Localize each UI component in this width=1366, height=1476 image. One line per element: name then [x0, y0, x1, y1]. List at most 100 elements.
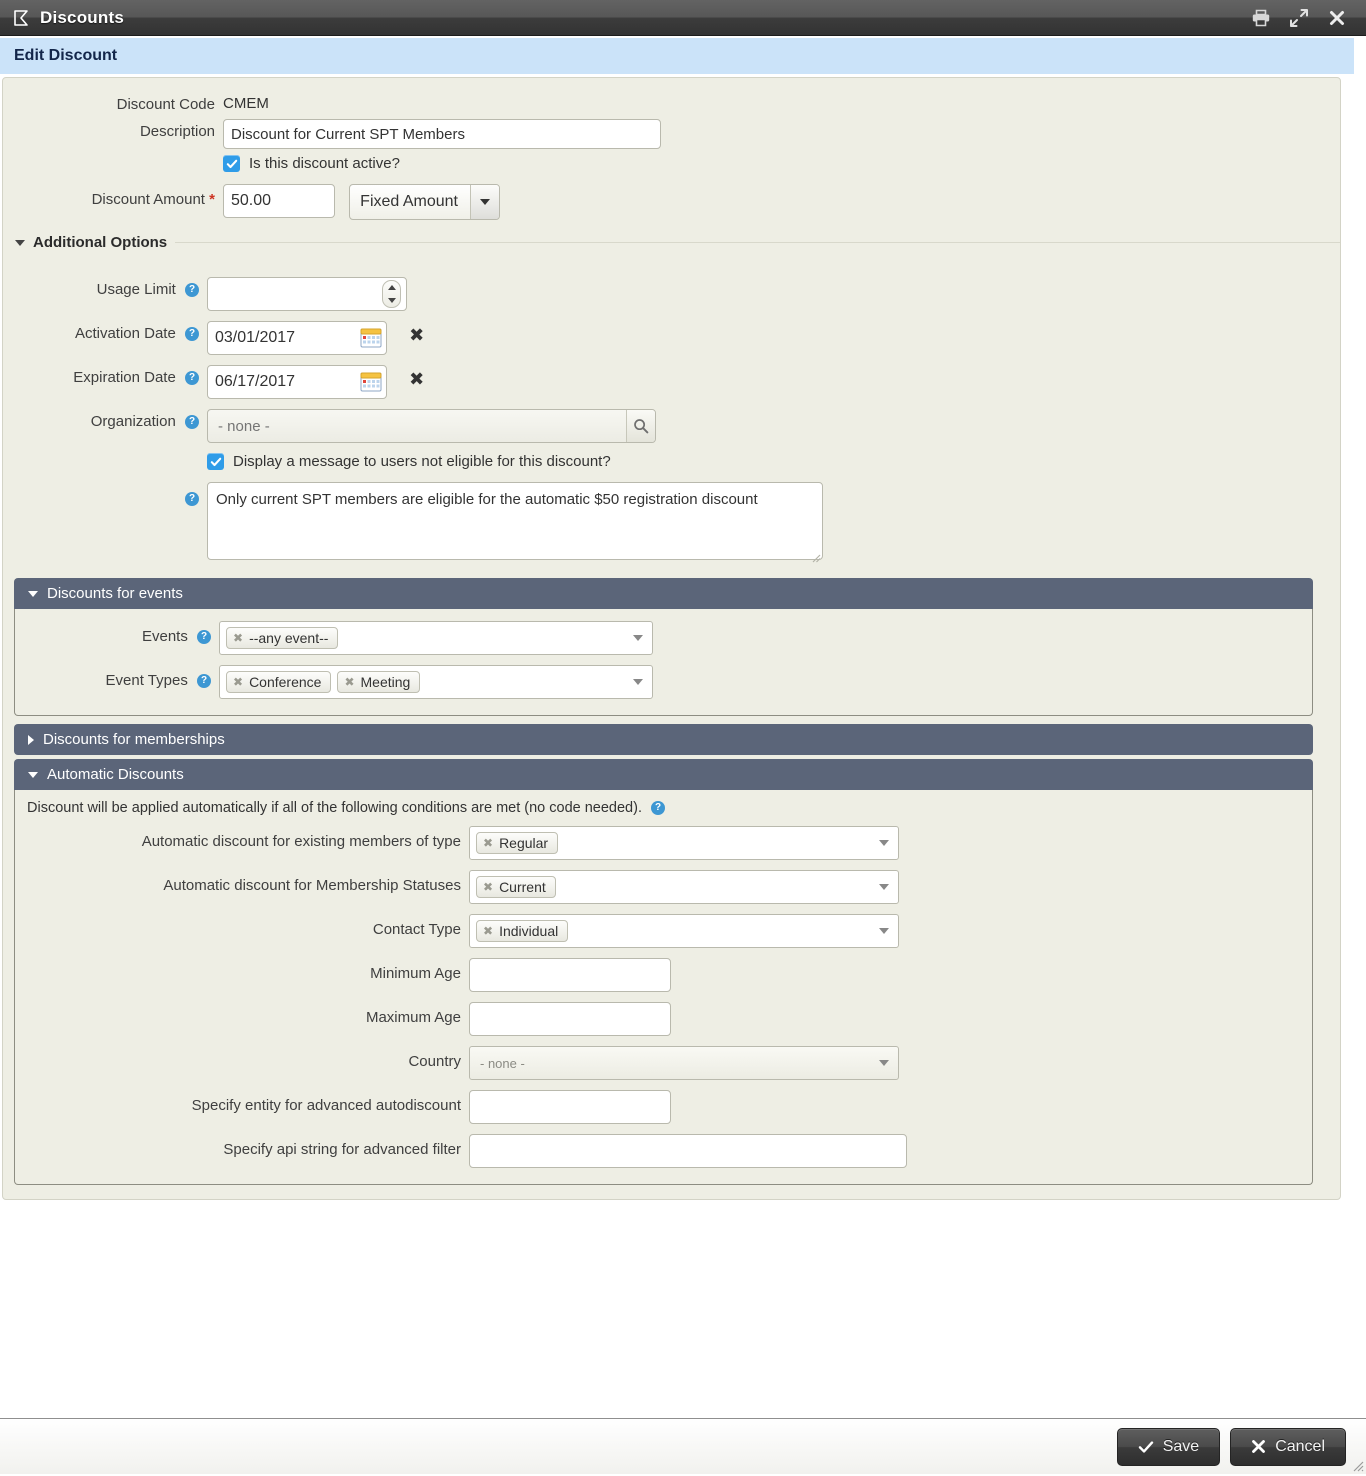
usage-limit-stepper[interactable] [207, 277, 407, 311]
help-icon[interactable]: ? [185, 492, 199, 507]
country-select[interactable]: - none - [469, 1046, 899, 1080]
header-rule [175, 242, 1340, 243]
automatic-discounts-title: Automatic Discounts [47, 766, 184, 783]
cancel-button-label: Cancel [1275, 1437, 1325, 1455]
memberships-section-header[interactable]: Discounts for memberships [14, 724, 1313, 755]
chevron-down-icon[interactable] [633, 679, 643, 685]
event-types-multiselect[interactable]: ✖ Conference ✖ Meeting [219, 665, 653, 699]
token-meeting[interactable]: ✖ Meeting [337, 671, 421, 693]
entity-input[interactable] [469, 1090, 671, 1124]
description-input[interactable] [223, 119, 661, 149]
window-titlebar: Discounts [0, 0, 1366, 36]
message-textarea[interactable]: Only current SPT members are eligible fo… [207, 482, 823, 560]
print-icon[interactable] [1250, 7, 1272, 29]
activation-date-wrap [207, 321, 387, 355]
stepper-down-icon[interactable] [387, 298, 396, 303]
events-label: Events [141, 628, 188, 645]
token-label: Current [499, 879, 546, 895]
is-active-checkbox[interactable] [223, 155, 240, 172]
help-icon[interactable]: ? [185, 327, 199, 342]
organization-label: Organization [90, 413, 176, 430]
token-remove-icon[interactable]: ✖ [483, 880, 493, 894]
discount-type-select[interactable]: Fixed Amount [349, 184, 500, 220]
events-multiselect[interactable]: ✖ --any event-- [219, 621, 653, 655]
chevron-down-icon[interactable] [879, 884, 889, 890]
chevron-down-icon[interactable] [879, 1060, 889, 1066]
member-type-label: Automatic discount for existing members … [141, 833, 461, 850]
message-textarea-wrap: Only current SPT members are eligible fo… [207, 482, 823, 564]
token-remove-icon[interactable]: ✖ [233, 631, 243, 645]
calendar-icon[interactable] [360, 328, 382, 348]
calendar-icon[interactable] [360, 372, 382, 392]
chevron-down-icon[interactable] [470, 185, 499, 219]
token-conference[interactable]: ✖ Conference [226, 671, 332, 693]
membership-statuses-label: Automatic discount for Membership Status… [163, 877, 461, 894]
window-resize-grip-icon[interactable] [1351, 1459, 1364, 1472]
stepper-buttons[interactable] [382, 280, 401, 308]
activation-date-label: Activation Date [74, 325, 176, 342]
discount-amount-input[interactable] [223, 184, 335, 218]
events-section-title: Discounts for events [47, 585, 183, 602]
field-is-active: Is this discount active? [3, 155, 1340, 178]
field-expiration-date: Expiration Date ? 06/17/2017 ✖ [3, 365, 1340, 399]
discount-code-label: Discount Code [116, 96, 215, 113]
help-icon[interactable]: ? [185, 415, 199, 430]
maximum-age-label: Maximum Age [365, 1009, 461, 1026]
membership-statuses-multiselect[interactable]: ✖ Current [469, 870, 899, 904]
additional-options-title: Additional Options [33, 234, 168, 251]
chevron-down-icon[interactable] [879, 840, 889, 846]
field-organization: Organization ? [3, 409, 1340, 443]
organization-input[interactable] [208, 410, 626, 442]
field-maximum-age: Maximum Age [15, 1002, 1312, 1036]
token-current[interactable]: ✖ Current [476, 876, 556, 898]
magnifier-icon[interactable] [626, 410, 655, 442]
token-regular[interactable]: ✖ Regular [476, 832, 559, 854]
field-events: Events ? ✖ --any event-- [15, 621, 1312, 655]
display-message-checkbox[interactable] [207, 453, 224, 470]
save-button[interactable]: Save [1116, 1427, 1221, 1466]
token-individual[interactable]: ✖ Individual [476, 920, 569, 942]
minimum-age-input[interactable] [469, 958, 671, 992]
contact-type-multiselect[interactable]: ✖ Individual [469, 914, 899, 948]
automatic-discounts-section: Automatic Discounts Discount will be app… [13, 759, 1314, 1185]
help-icon[interactable]: ? [185, 371, 199, 386]
automatic-discounts-note-text: Discount will be applied automatically i… [27, 800, 642, 816]
flag-pennant-icon [12, 8, 32, 28]
save-button-label: Save [1162, 1437, 1200, 1455]
clear-activation-date-button[interactable]: ✖ [409, 321, 424, 351]
additional-options-body: Usage Limit ? Activation Date ? 03/01/20… [3, 261, 1340, 564]
help-icon[interactable]: ? [651, 801, 666, 816]
token-remove-icon[interactable]: ✖ [344, 675, 354, 689]
maximum-age-input[interactable] [469, 1002, 671, 1036]
dialog-footer: Save Cancel [0, 1418, 1366, 1474]
help-icon[interactable]: ? [185, 283, 199, 298]
api-string-input[interactable] [469, 1134, 907, 1168]
organization-search [207, 409, 656, 443]
clear-expiration-date-button[interactable]: ✖ [409, 365, 424, 395]
additional-options-header[interactable]: Additional Options [15, 234, 1340, 251]
member-type-multiselect[interactable]: ✖ Regular [469, 826, 899, 860]
token-label: Individual [499, 923, 559, 939]
events-section-header[interactable]: Discounts for events [14, 578, 1313, 609]
chevron-down-icon[interactable] [879, 928, 889, 934]
token-remove-icon[interactable]: ✖ [483, 836, 493, 850]
field-membership-statuses: Automatic discount for Membership Status… [15, 870, 1312, 904]
token-remove-icon[interactable]: ✖ [233, 675, 243, 689]
chevron-down-icon[interactable] [633, 635, 643, 641]
field-member-type: Automatic discount for existing members … [15, 826, 1312, 860]
close-icon[interactable] [1326, 7, 1348, 29]
triangle-down-icon [28, 590, 38, 597]
token-remove-icon[interactable]: ✖ [483, 924, 493, 938]
field-message-text: ? Only current SPT members are eligible … [3, 482, 1340, 564]
automatic-discounts-header[interactable]: Automatic Discounts [14, 759, 1313, 790]
usage-limit-input[interactable] [207, 277, 407, 311]
country-value: - none - [480, 1055, 525, 1071]
is-active-label: Is this discount active? [249, 155, 400, 172]
help-icon[interactable]: ? [197, 630, 211, 645]
stepper-up-icon[interactable] [387, 285, 396, 290]
cancel-button[interactable]: Cancel [1230, 1427, 1346, 1466]
token-any-event[interactable]: ✖ --any event-- [226, 627, 339, 649]
expand-icon[interactable] [1288, 7, 1310, 29]
triangle-down-icon [15, 239, 25, 246]
help-icon[interactable]: ? [197, 674, 211, 689]
